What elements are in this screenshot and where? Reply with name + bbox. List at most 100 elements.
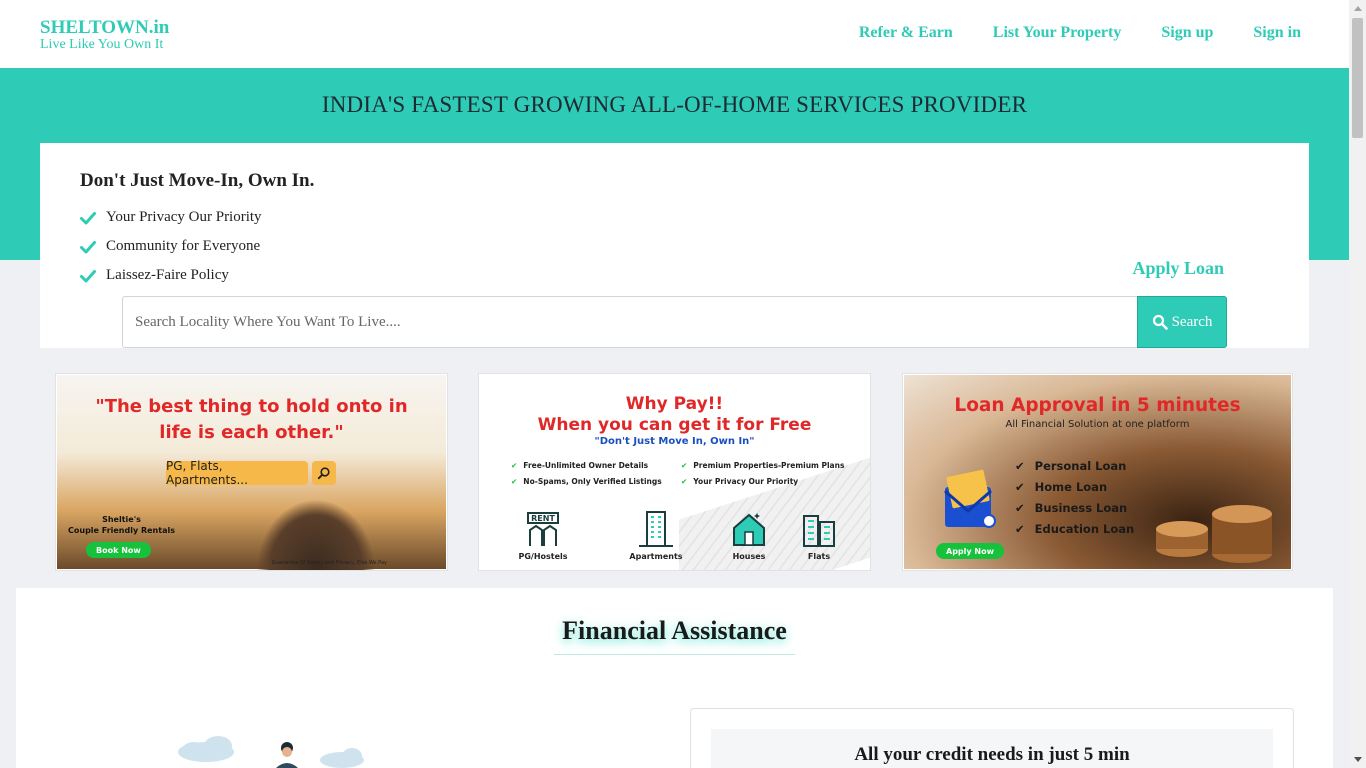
rent-sign-icon: RENT — [527, 512, 559, 546]
person-with-clouds-illustration — [178, 736, 364, 768]
search-button-label: Search — [1171, 313, 1213, 330]
page-scrollbar[interactable] — [1349, 0, 1366, 768]
financial-assistance-section: Financial Assistance All your credit nee… — [16, 588, 1333, 768]
category-label: Houses — [732, 552, 766, 561]
feature-label: Laissez-Faire Policy — [106, 267, 229, 283]
banner-couple-rentals[interactable]: "The best thing to hold onto in life is … — [55, 373, 448, 571]
banner-caption-line2: Couple Friendly Rentals — [68, 526, 175, 535]
banner-feature-list-right: ✔ Premium Properties-Premium Plans ✔ Your … — [681, 458, 844, 490]
category-apartments: Apartments — [626, 510, 686, 561]
green-check-icon: ✔ — [511, 477, 518, 486]
banner-feature: ✔ Your Privacy Our Priority — [681, 474, 844, 490]
scrollbar-thumb[interactable] — [1352, 18, 1363, 138]
top-navbar: SHELTOWN.in Live Like You Own It Refer &… — [0, 0, 1349, 68]
banner-feature: ✔ Premium Properties-Premium Plans — [681, 458, 844, 474]
loan-type-label: Education Loan — [1034, 522, 1135, 536]
banner-feature-list-left: ✔ Free-Unlimited Owner Details ✔ No-Spams,… — [511, 458, 662, 490]
house-icon — [733, 513, 765, 546]
banner-caption-line1: Sheltie's — [102, 515, 141, 524]
apartment-building-icon — [639, 511, 673, 547]
banner-feature: ✔ Free-Unlimited Owner Details — [511, 458, 662, 474]
search-icon — [1152, 314, 1168, 330]
category-label: Flats — [807, 552, 831, 561]
green-check-icon: ✔ — [681, 477, 688, 486]
banner-headline: Loan Approval in 5 minutes — [954, 395, 1241, 416]
feature-label: Your Privacy Our Priority — [106, 209, 262, 225]
category-label: Apartments — [629, 552, 683, 561]
title-underline — [554, 654, 795, 655]
hero-card: Don't Just Move-In, Own In. Your Privacy… — [40, 143, 1309, 348]
apply-now-button[interactable]: Apply Now — [936, 543, 1004, 559]
check-icon: ✔ — [1015, 501, 1025, 515]
brand-logo[interactable]: SHELTOWN.in Live Like You Own It — [40, 18, 169, 52]
banner-quote-line1: "The best thing to hold onto in — [95, 396, 408, 417]
magnifier-icon — [312, 461, 336, 485]
feature-list: Your Privacy Our Priority Community for … — [80, 203, 262, 290]
banner-feature-label: Premium Properties-Premium Plans — [693, 461, 845, 470]
category-label: PG/Hostels — [518, 552, 568, 561]
banner-fine-print: Guarantee Of Safety and Privacy, Else We… — [271, 560, 387, 566]
loan-type-item: ✔ Education Loan — [1015, 519, 1134, 540]
banner-quote-line2: life is each other." — [159, 422, 344, 443]
banner-feature-label: Free-Unlimited Owner Details — [523, 461, 649, 470]
loan-type-item: ✔ Home Loan — [1015, 477, 1134, 498]
brand-name[interactable]: SHELTOWN.in — [40, 18, 169, 37]
nav-sign-in[interactable]: Sign in — [1253, 24, 1301, 42]
green-check-icon: ✔ — [681, 461, 688, 470]
section-title: Financial Assistance — [562, 616, 787, 645]
credit-card-title: All your credit needs in just 5 min — [854, 744, 1130, 765]
banner-loan-approval[interactable]: Loan Approval in 5 minutes All Financial… — [902, 373, 1293, 571]
loan-type-item: ✔ Personal Loan — [1015, 456, 1134, 477]
feature-label: Community for Everyone — [106, 238, 261, 254]
banner-subtitle: "Don't Just Move In, Own In" — [594, 436, 755, 447]
green-check-icon: ✔ — [511, 461, 518, 470]
category-houses: Houses — [719, 510, 779, 561]
loan-envelope-icon — [944, 469, 996, 528]
feature-item: Community for Everyone — [80, 232, 262, 261]
book-now-button[interactable]: Book Now — [86, 542, 151, 558]
scroll-down-arrow-icon[interactable] — [1349, 751, 1366, 768]
check-icon — [80, 211, 96, 224]
search-bar: Search — [122, 296, 1227, 348]
coins-stack-graphic — [1156, 505, 1272, 563]
category-pg-hostels: RENT PG/Hostels — [513, 510, 573, 561]
banner-feature-label: No-Spams, Only Verified Listings — [523, 477, 662, 486]
feature-item: Laissez-Faire Policy — [80, 261, 262, 290]
credit-card-header: All your credit needs in just 5 min — [711, 729, 1273, 768]
banner-headline: Why Pay!! When you can get it for Free — [479, 394, 870, 436]
svg-text:RENT: RENT — [531, 514, 555, 523]
check-icon: ✔ — [1015, 480, 1025, 494]
search-button[interactable]: Search — [1137, 296, 1227, 348]
check-icon: ✔ — [1015, 522, 1025, 536]
banner-caption: Sheltie's Couple Friendly Rentals — [68, 514, 175, 536]
main-nav: Refer & Earn List Your Property Sign up … — [859, 24, 1301, 42]
banner-search-pill: PG, Flats, Apartments... — [166, 459, 308, 487]
check-icon — [80, 269, 96, 282]
banner-feature-label: Your Privacy Our Priority — [693, 477, 799, 486]
loan-type-label: Personal Loan — [1034, 459, 1127, 473]
banner-headline-line2: When you can get it for Free — [537, 415, 812, 435]
loan-type-item: ✔ Business Loan — [1015, 498, 1134, 519]
banner-why-pay[interactable]: Why Pay!! When you can get it for Free "… — [478, 373, 871, 571]
check-icon — [80, 240, 96, 253]
scroll-up-arrow-icon[interactable] — [1349, 0, 1366, 17]
nav-sign-up[interactable]: Sign up — [1161, 24, 1213, 42]
brand-tagline: Live Like You Own It — [40, 37, 164, 52]
nav-refer-earn[interactable]: Refer & Earn — [859, 24, 953, 42]
loan-type-list: ✔ Personal Loan ✔ Home Loan ✔ Business Loan… — [1015, 456, 1134, 540]
banner-headline-line1: Why Pay!! — [625, 394, 724, 414]
loan-type-label: Business Loan — [1034, 501, 1128, 515]
nav-list-property[interactable]: List Your Property — [993, 24, 1122, 42]
credit-card-panel: All your credit needs in just 5 min — [690, 708, 1294, 768]
flats-building-icon — [803, 515, 835, 547]
band-title: INDIA'S FASTEST GROWING ALL-OF-HOME SERV… — [321, 92, 1028, 117]
search-input[interactable] — [122, 296, 1137, 348]
banner-feature: ✔ No-Spams, Only Verified Listings — [511, 474, 662, 490]
loan-type-label: Home Loan — [1034, 480, 1108, 494]
check-icon: ✔ — [1015, 459, 1025, 473]
hero-heading: Don't Just Move-In, Own In. — [80, 170, 315, 191]
apply-loan-link[interactable]: Apply Loan — [1132, 258, 1224, 279]
category-flats: Flats — [789, 510, 849, 561]
banner-subtitle: All Financial Solution at one platform — [1005, 419, 1190, 430]
banner-quote: "The best thing to hold onto in life is … — [56, 394, 447, 446]
